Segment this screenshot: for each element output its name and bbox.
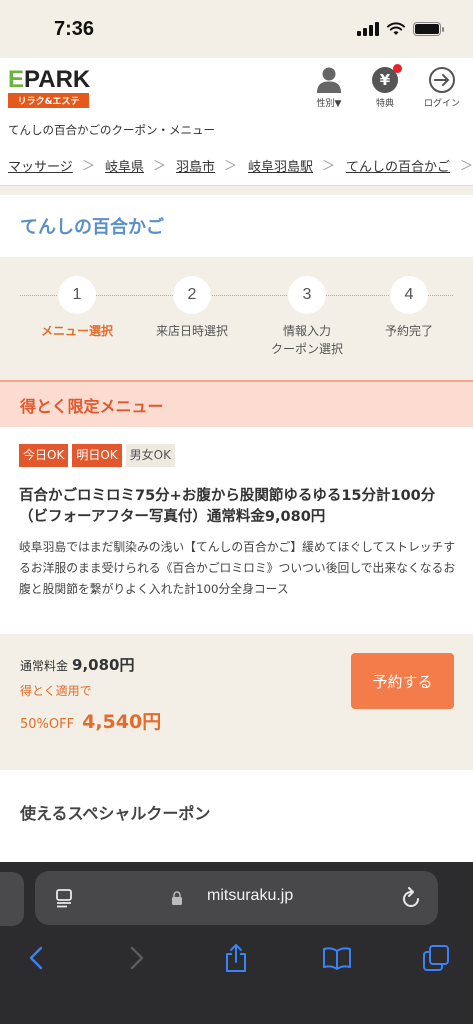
step-label: 来店日時選択 xyxy=(155,324,228,338)
login-button[interactable]: ログイン xyxy=(416,66,468,109)
breadcrumb-separator: ＞ xyxy=(322,159,336,174)
shop-header: てんしの百合かご xyxy=(0,195,473,257)
breadcrumb-hashima[interactable]: 羽島市 xyxy=(176,156,215,175)
price-section: 通常料金 9,080円 得とく適用で 50%OFF 4,540円 予約する xyxy=(0,634,473,750)
page-subtitle-bar: てんしの百合かごのクーポン・メニュー xyxy=(0,118,473,146)
cellular-signal-icon xyxy=(357,22,379,36)
logo-e: E xyxy=(8,66,25,93)
breadcrumb-separator: ＞ xyxy=(460,159,473,174)
step-number: 3 xyxy=(288,276,326,314)
discount-percent: 50%OFF xyxy=(20,717,75,732)
reload-icon[interactable] xyxy=(400,886,422,910)
safari-toolbar: mitsuraku.jp xyxy=(0,862,473,1024)
regular-price-label: 通常料金 xyxy=(20,659,69,673)
regular-price-value: 9,080円 xyxy=(72,656,135,674)
breadcrumb-massage[interactable]: マッサージ xyxy=(8,156,73,175)
menu-card: 今日OK 明日OK 男女OK 百合かごロミロミ75分+お腹から股関節ゆるゆる15… xyxy=(0,427,473,634)
benefits-label: 特典 xyxy=(375,99,394,109)
gender-select-button[interactable]: 性別▼ xyxy=(303,66,355,109)
chevron-left-icon xyxy=(29,946,43,970)
shop-name[interactable]: てんしの百合かご xyxy=(20,213,164,239)
content-strip xyxy=(0,846,473,862)
regular-price: 通常料金 9,080円 xyxy=(20,654,134,675)
badge-gender: 男女OK xyxy=(125,444,175,467)
special-coupon-title: 使えるスペシャルクーポン xyxy=(20,804,211,823)
share-icon xyxy=(226,944,246,972)
gender-label: 性別▼ xyxy=(316,99,342,109)
breadcrumb-station[interactable]: 岐阜羽島駅 xyxy=(248,156,313,175)
discount-price: 50%OFF 4,540円 xyxy=(20,707,161,734)
tabs-button[interactable] xyxy=(416,938,456,978)
discount-price-value: 4,540円 xyxy=(82,711,162,733)
book-icon xyxy=(323,947,351,970)
status-icons xyxy=(357,22,444,36)
share-button[interactable] xyxy=(216,938,256,978)
limited-menu-header: 得とく限定メニュー xyxy=(0,380,473,427)
breadcrumb-gifu[interactable]: 岐阜県 xyxy=(105,156,144,175)
chevron-right-icon xyxy=(130,946,144,970)
yen-icon: ¥ xyxy=(372,64,402,93)
previous-tab-preview[interactable] xyxy=(0,872,24,926)
step-date-select: 2 来店日時選択 xyxy=(132,276,252,340)
status-time: 7:36 xyxy=(54,18,95,40)
step-number: 2 xyxy=(173,276,211,314)
bookmarks-button[interactable] xyxy=(317,938,357,978)
login-icon xyxy=(429,67,455,93)
badge-today: 今日OK xyxy=(19,444,69,467)
discount-apply-label: 得とく適用で xyxy=(20,684,92,698)
breadcrumb-separator: ＞ xyxy=(224,159,238,174)
wifi-icon xyxy=(387,22,405,35)
step-menu-select: 1 メニュー選択 xyxy=(17,276,137,340)
login-label: ログイン xyxy=(423,99,460,109)
menu-description: 岐阜羽島ではまだ馴染みの浅い【てんしの百合かご】緩めてほぐしてストレッチするお洋… xyxy=(19,540,456,596)
address-bar[interactable]: mitsuraku.jp xyxy=(35,871,438,925)
reserve-button[interactable]: 予約する xyxy=(351,653,454,709)
forward-button[interactable] xyxy=(117,938,157,978)
tabs-icon xyxy=(423,945,449,971)
badge-tomorrow: 明日OK xyxy=(72,444,122,467)
status-bar: 7:36 xyxy=(0,0,473,58)
page-subtitle: てんしの百合かごのクーポン・メニュー xyxy=(8,123,215,137)
menu-title: 百合かごロミロミ75分+お腹から股関節ゆるゆる15分計100分（ビフォーアフター… xyxy=(19,488,436,525)
url-text: mitsuraku.jp xyxy=(207,887,294,904)
breadcrumb: マッサージ ＞ 岐阜県 ＞ 羽島市 ＞ 岐阜羽島駅 ＞ てんしの百合かご ＞ xyxy=(0,146,473,186)
step-complete: 4 予約完了 xyxy=(349,276,469,340)
back-button[interactable] xyxy=(16,938,56,978)
notification-dot xyxy=(393,64,402,73)
lock-icon xyxy=(172,891,182,905)
site-header: EPARK リラク&エステ 性別▼ ¥ 特典 ログイン xyxy=(0,58,473,118)
availability-badges: 今日OK 明日OK 男女OK xyxy=(19,444,175,467)
breadcrumb-separator: ＞ xyxy=(82,159,96,174)
logo-main: PARK xyxy=(24,66,91,93)
step-number: 4 xyxy=(390,276,428,314)
step-label: 予約完了 xyxy=(384,324,433,338)
breadcrumb-shop[interactable]: てんしの百合かご xyxy=(346,156,450,175)
person-icon xyxy=(317,67,341,93)
breadcrumb-separator: ＞ xyxy=(153,159,167,174)
step-number: 1 xyxy=(58,276,96,314)
step-label: メニュー選択 xyxy=(40,324,113,338)
epark-logo[interactable]: EPARK リラク&エステ xyxy=(8,68,90,108)
page-menu-icon[interactable] xyxy=(55,888,77,908)
limited-menu-title: 得とく限定メニュー xyxy=(20,397,164,416)
benefits-button[interactable]: ¥ 特典 xyxy=(359,64,411,109)
battery-icon xyxy=(413,22,444,36)
reservation-steps: 1 メニュー選択 2 来店日時選択 3 情報入力 クーポン選択 4 予約完了 xyxy=(0,258,473,380)
special-coupon-section: 使えるスペシャルクーポン xyxy=(0,770,473,846)
logo-subtitle: リラク&エステ xyxy=(8,93,89,108)
